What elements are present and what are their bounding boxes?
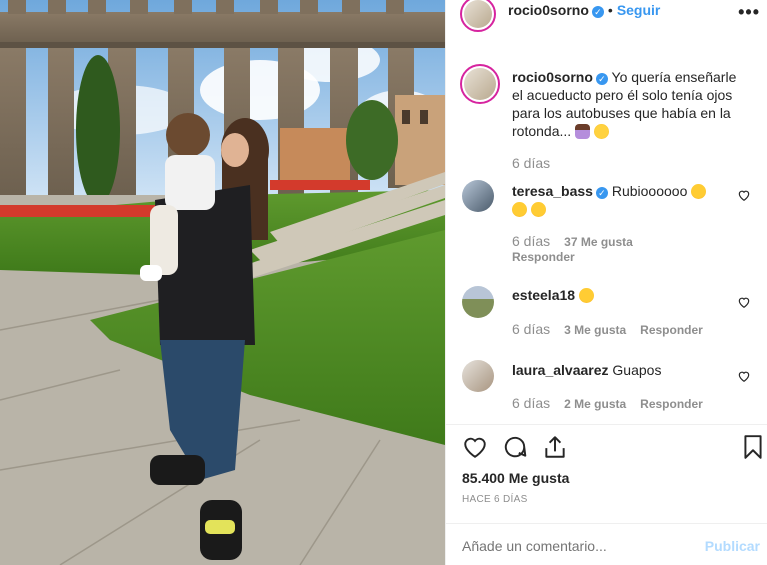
comment-text: Guapos [612, 362, 662, 378]
comment-meta: 6 días 37 Me gusta [512, 233, 647, 249]
caption-author-avatar[interactable] [460, 64, 500, 104]
header-user-line: rocio0sorno ✓ • Seguir [508, 2, 660, 18]
comment-username[interactable]: esteela18 [512, 287, 575, 303]
posted-time[interactable]: HACE 6 DÍAS [462, 494, 528, 505]
post-side-panel: rocio0sorno ✓ • Seguir ••• rocio0sorno ✓ Yo … [445, 0, 767, 565]
star-eyes-emoji-icon [512, 202, 527, 217]
star-eyes-emoji-icon [691, 184, 707, 199]
follow-button[interactable]: Seguir [617, 2, 661, 18]
verified-badge-icon: ✓ [595, 187, 608, 199]
share-icon[interactable] [542, 434, 568, 460]
comment-item: laura_alvaarez Guapos [512, 361, 732, 379]
laughing-emoji-icon [593, 124, 609, 139]
post-photo[interactable] [0, 0, 445, 565]
comment-likes[interactable]: 2 Me gusta [564, 397, 626, 411]
author-avatar[interactable] [460, 0, 496, 32]
comment-like-heart-icon[interactable] [737, 369, 751, 383]
verified-badge-icon: ✓ [595, 73, 608, 85]
comment-time[interactable]: 6 días [512, 321, 550, 337]
separator-dot: • [607, 2, 613, 18]
comment-avatar[interactable] [462, 286, 494, 318]
heart-icon[interactable] [462, 434, 488, 460]
comment-item: esteela18 [512, 286, 732, 304]
comment-avatar[interactable] [462, 360, 494, 392]
comment-text: Rubioooooo [611, 183, 688, 199]
divider [446, 424, 767, 425]
photo-illustration [0, 0, 445, 565]
publish-button[interactable]: Publicar [705, 538, 760, 554]
comment-meta: 6 días 2 Me gusta Responder [512, 395, 717, 411]
author-username[interactable]: rocio0sorno [508, 2, 589, 18]
caption-meta: 6 días [512, 155, 564, 171]
more-options-icon[interactable]: ••• [738, 2, 760, 23]
comment-username[interactable]: laura_alvaarez [512, 362, 609, 378]
comment-item: teresa_bass ✓ Rubioooooo [512, 182, 732, 218]
comment-likes[interactable]: 37 Me gusta [564, 235, 633, 249]
comment-time[interactable]: 6 días [512, 395, 550, 411]
comment-like-heart-icon[interactable] [737, 188, 751, 202]
action-bar [460, 434, 762, 462]
verified-badge-icon: ✓ [591, 6, 604, 18]
star-eyes-emoji-icon [578, 288, 594, 303]
bookmark-icon[interactable] [740, 434, 766, 460]
comment-avatar[interactable] [462, 180, 494, 212]
comment-like-heart-icon[interactable] [737, 295, 751, 309]
comment-meta: 6 días 3 Me gusta Responder [512, 321, 717, 337]
comment-bubble-icon[interactable] [502, 434, 528, 460]
comment-composer: Publicar [446, 523, 767, 565]
caption-username[interactable]: rocio0sorno [512, 69, 593, 85]
comment-likes[interactable]: 3 Me gusta [564, 323, 626, 337]
star-eyes-emoji-icon [530, 202, 546, 217]
caption: rocio0sorno ✓ Yo quería enseñarle el acue… [512, 68, 748, 140]
reply-button[interactable]: Responder [640, 397, 703, 411]
comment-time[interactable]: 6 días [512, 233, 550, 249]
reply-button[interactable]: Responder [512, 250, 575, 264]
comment-username[interactable]: teresa_bass [512, 183, 593, 199]
person-emoji-icon [575, 124, 591, 139]
caption-time[interactable]: 6 días [512, 155, 550, 171]
comment-input[interactable] [462, 538, 692, 554]
post-header: rocio0sorno ✓ • Seguir ••• [446, 0, 767, 32]
reply-button[interactable]: Responder [640, 323, 703, 337]
likes-count[interactable]: 85.400 Me gusta [462, 470, 569, 486]
